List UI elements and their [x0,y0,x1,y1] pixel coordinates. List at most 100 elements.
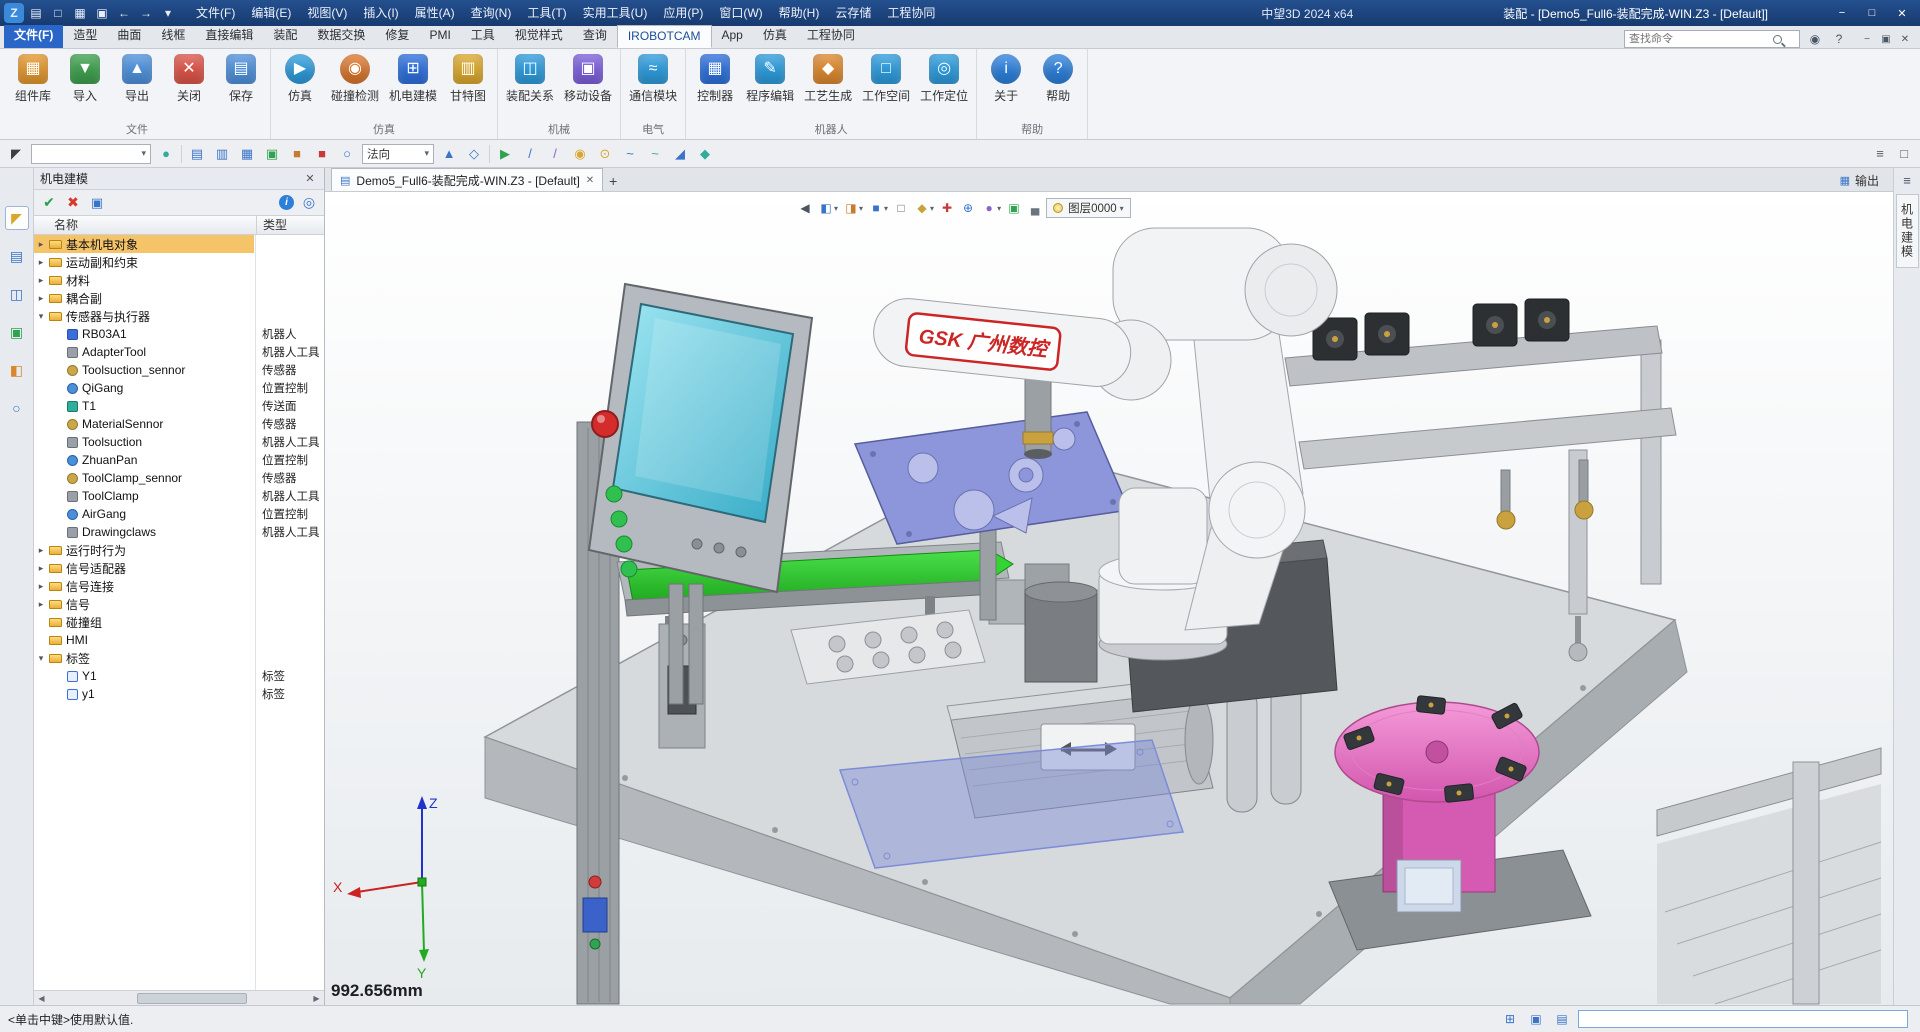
mechatronics-modeling-button[interactable]: ⊞ 机电建模 [385,52,441,106]
tree-row[interactable]: y1 标签 [34,685,324,703]
layer-visibility-icon[interactable] [1053,203,1063,213]
tree-row[interactable]: ▾ 标签 [34,649,324,667]
refresh-icon[interactable]: ○ [337,144,357,164]
expander-icon[interactable]: ▸ [34,563,48,574]
tab-irobotcam[interactable]: IROBOTCAM [617,25,712,48]
cancel-button[interactable]: ✖ [64,194,82,212]
reuse-library-icon[interactable]: ▣ [5,320,29,344]
help-button[interactable]: ? 帮助 [1033,52,1083,106]
snap-settings-button[interactable]: ⊞ [1500,1010,1520,1029]
controller-button[interactable]: ▦ 控制器 [690,52,740,106]
tree-row[interactable]: Toolsuction_sennor 传感器 [34,361,324,379]
expander-icon[interactable]: ▸ [34,545,48,556]
communication-module-button[interactable]: ≈ 通信模块 [625,52,681,106]
tree-row[interactable]: Drawingclaws 机器人工具 [34,523,324,541]
process-generate-button[interactable]: ◆ 工艺生成 [800,52,856,106]
scrollbar-track[interactable] [49,993,309,1004]
constraint-icon[interactable]: ◫ [5,282,29,306]
tab-modeling[interactable]: 造型 [63,25,107,48]
render-mode-icon[interactable]: ● [979,198,999,218]
minimize-button[interactable]: − [1828,3,1856,23]
help-question-icon[interactable]: ? [1830,30,1848,48]
open-file-icon[interactable]: □ [48,3,68,23]
command-search[interactable] [1624,30,1800,48]
circle-center-icon[interactable]: ◉ [570,144,590,164]
scrollbar-thumb[interactable] [137,993,247,1004]
expander-icon[interactable]: ▸ [34,581,48,592]
customize-quick-access-icon[interactable]: ▾ [158,3,178,23]
tab-repair[interactable]: 修复 [375,25,419,48]
display-mode-button[interactable]: ▣ [1526,1010,1546,1029]
csys-icon[interactable]: ⊕ [958,198,978,218]
pattern-icon[interactable]: ▦ [237,144,257,164]
tab-wireframe[interactable]: 线框 [151,25,195,48]
point-line-icon[interactable]: ◢ [670,144,690,164]
wireframe-cube-icon[interactable]: □ [891,198,911,218]
menu-cloud-storage[interactable]: 云存储 [827,0,879,26]
tab-inquire[interactable]: 查询 [573,25,617,48]
close-window-button[interactable]: ✕ [1888,3,1916,23]
expander-icon[interactable]: ▸ [34,239,48,250]
tab-simulation[interactable]: 仿真 [753,25,797,48]
tab-visual-style[interactable]: 视觉样式 [505,25,573,48]
tree-row[interactable]: ▸ 信号连接 [34,577,324,595]
pick-filter-icon[interactable]: ◤ [6,144,26,164]
menu-window[interactable]: 窗口(W) [711,0,770,26]
normal-direction-dropdown[interactable]: 法向 ▾ [362,144,434,164]
program-edit-button[interactable]: ✎ 程序编辑 [742,52,798,106]
settings-gear-icon[interactable]: ◉ [1806,30,1824,48]
column-header-type[interactable]: 类型 [256,216,324,234]
tab-assembly[interactable]: 装配 [263,25,307,48]
tree-row[interactable]: ▸ 材料 [34,271,324,289]
panel-horizontal-scrollbar[interactable]: ◀ ▶ [34,990,324,1005]
panel-list-icon[interactable]: ≡ [1897,170,1917,190]
tab-data-exchange[interactable]: 数据交换 [307,25,375,48]
monitor-icon[interactable]: ▣ [1004,198,1024,218]
component-library-button[interactable]: ▦ 组件库 [8,52,58,106]
menu-edit[interactable]: 编辑(E) [243,0,299,26]
3d-scene[interactable]: GSK 广州数控 [325,192,1893,1005]
close-tab-icon[interactable]: ✕ [586,175,594,186]
tree-row[interactable]: Y1 标签 [34,667,324,685]
section-view-icon[interactable]: ◆ [912,198,932,218]
tree-row[interactable]: ▸ 耦合副 [34,289,324,307]
gantt-chart-button[interactable]: ▥ 甘特图 [443,52,493,106]
image-icon[interactable]: ■ [287,144,307,164]
menu-file[interactable]: 文件(F) [188,0,243,26]
entity-filter-dropdown[interactable]: ▾ [31,144,151,164]
confirm-button[interactable]: ✔ [40,194,58,212]
new-file-icon[interactable]: ▤ [26,3,46,23]
ground-shadow-icon[interactable]: ▄ [1025,198,1045,218]
face-color-icon[interactable]: ◨ [841,198,861,218]
tree-row[interactable]: ▸ 运行时行为 [34,541,324,559]
expander-icon[interactable]: ▸ [34,599,48,610]
pdf-export-icon[interactable]: ■ [312,144,332,164]
tree-row[interactable]: ▾ 传感器与执行器 [34,307,324,325]
tree-row[interactable]: ▸ 信号 [34,595,324,613]
menu-collaboration[interactable]: 工程协同 [879,0,943,26]
chevron-down-icon[interactable]: ▾ [834,204,838,213]
last-view-icon[interactable]: ◀ [795,198,815,218]
chevron-down-icon[interactable]: ▾ [930,204,934,213]
tab-app[interactable]: App [712,25,753,48]
print-icon[interactable]: ▣ [92,3,112,23]
pick-all-icon[interactable]: ● [156,144,176,164]
maximize-button[interactable]: □ [1858,3,1886,23]
tree-row[interactable]: ▸ 信号适配器 [34,559,324,577]
menu-inquire[interactable]: 查询(N) [463,0,520,26]
doc-close-button[interactable]: ✕ [1896,30,1914,48]
tree-row[interactable]: RB03A1 机器人 [34,325,324,343]
mount-bracket[interactable] [1025,590,1097,682]
align-horizontal-icon[interactable]: ▥ [212,144,232,164]
tree-row[interactable]: ▸ 运动副和约束 [34,253,324,271]
simulate-button[interactable]: ▶ 仿真 [275,52,325,106]
tree-row[interactable]: MaterialSennor 传感器 [34,415,324,433]
menu-tools[interactable]: 工具(T) [519,0,574,26]
locate-icon[interactable]: ◎ [300,194,318,212]
tree-row[interactable]: 碰撞组 [34,613,324,631]
scroll-right-icon[interactable]: ▶ [309,991,324,1005]
tree-row[interactable]: Toolsuction 机器人工具 [34,433,324,451]
axis-triad-icon[interactable]: ✚ [937,198,957,218]
expander-icon[interactable]: ▾ [34,653,48,664]
new-tab-button[interactable]: + [603,171,623,191]
